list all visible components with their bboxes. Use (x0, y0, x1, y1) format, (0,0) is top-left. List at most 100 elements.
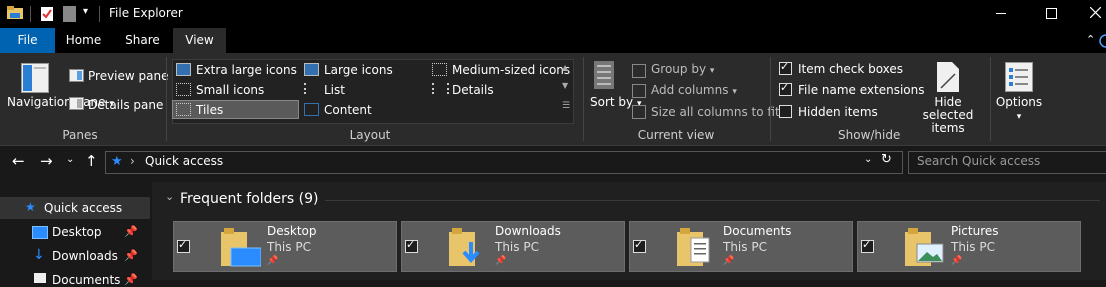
title-divider (30, 6, 31, 22)
options-button[interactable]: Options ▾ (994, 96, 1044, 124)
navigation-pane-button[interactable]: Navigation pane ▾ (7, 96, 114, 111)
close-icon[interactable] (1090, 7, 1101, 18)
content-icon (304, 103, 319, 116)
group-by-icon (632, 64, 646, 78)
tab-home[interactable]: Home (57, 28, 110, 53)
layout-details[interactable]: Details (452, 83, 494, 97)
refresh-icon[interactable]: ↻ (881, 152, 892, 167)
file-name-extensions-label: File name extensions (798, 83, 925, 97)
properties-icon[interactable] (40, 6, 54, 22)
tab-share[interactable]: Share (114, 28, 171, 53)
size-all-columns-button[interactable]: Size all columns to fit (651, 105, 780, 119)
gallery-down-icon[interactable]: ▼ (562, 81, 568, 90)
downloads-icon: ↓ (33, 247, 45, 263)
pin-icon[interactable]: 📌 (124, 249, 138, 262)
preview-pane-icon (69, 69, 84, 82)
gallery-up-icon[interactable]: ▲ (562, 63, 568, 72)
item-check-boxes-checkbox[interactable] (779, 60, 792, 75)
layout-medium-icons[interactable]: Medium-sized icons (452, 63, 570, 77)
group-label-layout: Layout (349, 128, 391, 142)
tile-checkbox[interactable] (177, 238, 190, 253)
back-arrow-icon[interactable]: ← (12, 152, 25, 170)
ribbon-view: Navigation pane ▾ Preview pane Details p… (0, 53, 1106, 146)
customize-toolbar-icon[interactable]: ▾ (83, 6, 88, 17)
up-arrow-icon[interactable]: ↑ (85, 152, 98, 170)
tile-location: This PC (495, 240, 539, 254)
pin-icon: 📌 (267, 256, 279, 266)
extra-large-icons-icon (176, 63, 191, 76)
group-divider (583, 57, 584, 141)
file-name-extensions-checkbox[interactable] (779, 81, 792, 96)
navigation-pane: ★ Quick access Desktop 📌 ↓ Downloads 📌 D… (0, 182, 150, 287)
layout-small-icons[interactable]: Small icons (196, 83, 264, 97)
search-placeholder: Search Quick access (917, 154, 1041, 168)
group-divider (166, 57, 167, 141)
hide-selected-items-button[interactable]: Hide selected items (910, 96, 986, 135)
medium-icons-icon (432, 63, 447, 76)
pin-icon: 📌 (495, 256, 507, 266)
tile-checkbox[interactable] (861, 238, 874, 253)
sort-by-button[interactable]: Sort by ▾ (590, 96, 642, 111)
address-dropdown-icon[interactable]: ⌄ (864, 154, 872, 165)
forward-arrow-icon[interactable]: → (40, 152, 53, 170)
item-check-boxes-label: Item check boxes (798, 62, 904, 76)
group-label-panes: Panes (62, 128, 98, 142)
address-location[interactable]: Quick access (145, 154, 223, 168)
layout-list[interactable]: List (324, 83, 345, 97)
details-icon (432, 83, 449, 94)
new-folder-icon[interactable] (63, 6, 76, 22)
preview-pane-button[interactable]: Preview pane (88, 69, 168, 83)
details-pane-button[interactable]: Details pane (88, 98, 163, 112)
hidden-items-checkbox[interactable] (779, 105, 792, 118)
size-columns-icon (632, 105, 646, 119)
quick-access-star-icon: ★ (25, 200, 36, 214)
tile-location: This PC (951, 240, 995, 254)
hidden-items-label: Hidden items (798, 105, 878, 119)
layout-tiles-selected (172, 100, 299, 119)
nav-item-downloads[interactable]: Downloads (52, 249, 118, 263)
title-bar: ▾ File Explorer (0, 0, 1106, 28)
help-icon[interactable] (1098, 34, 1106, 48)
section-divider (325, 200, 1100, 201)
gallery-more-icon[interactable]: ☰ (562, 101, 570, 111)
nav-item-desktop[interactable]: Desktop (52, 225, 102, 239)
large-icons-icon (304, 63, 319, 76)
pictures-folder-icon (905, 228, 944, 266)
sort-by-label: Sort by (590, 95, 634, 109)
sort-by-icon (594, 61, 614, 89)
tile-checkbox[interactable] (633, 238, 646, 253)
list-icon (304, 83, 319, 94)
nav-item-quick-access[interactable]: Quick access (44, 201, 122, 215)
navigation-pane-icon[interactable] (21, 63, 49, 93)
file-explorer-icon (7, 6, 23, 19)
pin-icon: 📌 (723, 256, 735, 266)
tile-name: Documents (723, 224, 792, 238)
pin-icon[interactable]: 📌 (124, 225, 138, 238)
tile-name: Pictures (951, 224, 999, 238)
tab-view[interactable]: View (173, 28, 226, 53)
title-divider (99, 6, 100, 22)
tile-checkbox[interactable] (405, 238, 418, 253)
address-row: ← → ⌄ ↑ ★ › Quick access ⌄ ↻ Search Quic… (0, 147, 1106, 177)
tile-location: This PC (267, 240, 311, 254)
minimize-icon[interactable] (996, 13, 1006, 14)
tab-file[interactable]: File (0, 28, 55, 53)
add-columns-button[interactable]: Add columns ▾ (651, 83, 737, 97)
maximize-icon[interactable] (1046, 8, 1057, 19)
layout-large-icons[interactable]: Large icons (324, 63, 393, 77)
small-icons-icon (176, 83, 191, 96)
layout-extra-large-icons[interactable]: Extra large icons (196, 63, 297, 77)
address-bar[interactable] (105, 151, 903, 174)
recent-locations-chevron-icon[interactable]: ⌄ (66, 154, 74, 165)
options-label: Options (995, 95, 1043, 109)
collapse-section-icon[interactable]: ⌄ (165, 190, 174, 203)
tile-location: This PC (723, 240, 767, 254)
group-label-current-view: Current view (637, 128, 715, 142)
layout-content[interactable]: Content (324, 103, 372, 117)
collapse-ribbon-icon[interactable]: ⌃ (1086, 33, 1095, 46)
group-by-button[interactable]: Group by ▾ (651, 62, 714, 76)
layout-tiles[interactable]: Tiles (196, 103, 223, 117)
nav-item-documents[interactable]: Documents (52, 273, 120, 287)
ribbon-tabs: File Home Share View ⌃ (0, 28, 1106, 53)
downloads-folder-icon (449, 228, 480, 266)
